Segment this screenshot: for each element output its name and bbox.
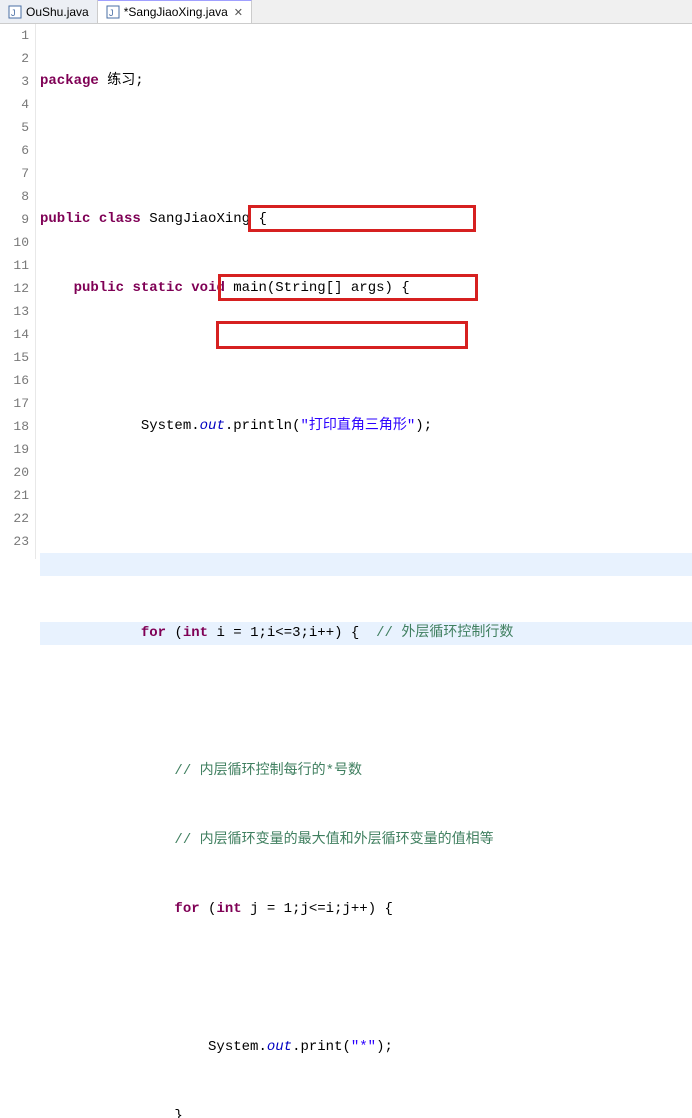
highlight-box-inner-loop — [216, 321, 468, 349]
line-number: 17 — [0, 392, 29, 415]
java-file-icon: J — [106, 5, 120, 19]
code-line-16[interactable]: } — [40, 1105, 692, 1118]
code-line-6[interactable]: System.out.println("打印直角三角形"); — [40, 415, 692, 438]
editor-tabs: J OuShu.java J *SangJiaoXing.java ✕ — [0, 0, 692, 24]
line-number: 15 — [0, 346, 29, 369]
code-line-7[interactable] — [40, 484, 692, 507]
line-number: 13 — [0, 300, 29, 323]
code-line-5[interactable] — [40, 346, 692, 369]
line-number: 19 — [0, 438, 29, 461]
line-number: 4 — [0, 93, 29, 116]
tab-oushu[interactable]: J OuShu.java — [0, 0, 98, 23]
code-line-1[interactable]: package 练习; — [40, 70, 692, 93]
line-number: 11 — [0, 254, 29, 277]
code-line-15[interactable]: System.out.print("*"); — [40, 1036, 692, 1059]
line-number: 22 — [0, 507, 29, 530]
line-number: 2 — [0, 47, 29, 70]
code-editor[interactable]: 1 2 3 4 5 6 7 8 9 10 11 12 13 14 15 16 1… — [0, 24, 692, 559]
line-number: 21 — [0, 484, 29, 507]
line-number: 16 — [0, 369, 29, 392]
line-number: 10 — [0, 231, 29, 254]
code-line-3[interactable]: public class SangJiaoXing { — [40, 208, 692, 231]
tab-label: *SangJiaoXing.java — [124, 5, 228, 19]
line-number: 9 — [0, 208, 29, 231]
code-line-10[interactable] — [40, 691, 692, 714]
tab-sangjiaoxing[interactable]: J *SangJiaoXing.java ✕ — [98, 0, 252, 23]
tab-label: OuShu.java — [26, 5, 89, 19]
code-line-9[interactable]: for (int i = 1;i<=3;i++) { // 外层循环控制行数 — [40, 622, 692, 645]
java-file-icon: J — [8, 5, 22, 19]
line-number: 18 — [0, 415, 29, 438]
line-number: 14 — [0, 323, 29, 346]
line-number: 1 — [0, 24, 29, 47]
line-number: 7 — [0, 162, 29, 185]
svg-text:J: J — [11, 8, 16, 18]
code-line-11[interactable]: // 内层循环控制每行的*号数 — [40, 760, 692, 783]
code-line-8[interactable] — [40, 553, 692, 576]
line-number: 5 — [0, 116, 29, 139]
line-number-gutter: 1 2 3 4 5 6 7 8 9 10 11 12 13 14 15 16 1… — [0, 24, 36, 559]
code-line-2[interactable] — [40, 139, 692, 162]
close-icon[interactable]: ✕ — [234, 6, 243, 19]
line-number: 23 — [0, 530, 29, 553]
code-line-14[interactable] — [40, 967, 692, 990]
code-line-12[interactable]: // 内层循环变量的最大值和外层循环变量的值相等 — [40, 829, 692, 852]
line-number: 8 — [0, 185, 29, 208]
code-area[interactable]: package 练习; public class SangJiaoXing { … — [36, 24, 692, 559]
line-number: 20 — [0, 461, 29, 484]
code-line-4[interactable]: public static void main(String[] args) { — [40, 277, 692, 300]
code-line-13[interactable]: for (int j = 1;j<=i;j++) { — [40, 898, 692, 921]
line-number: 6 — [0, 139, 29, 162]
line-number: 3 — [0, 70, 29, 93]
svg-text:J: J — [109, 8, 114, 18]
line-number: 12 — [0, 277, 29, 300]
